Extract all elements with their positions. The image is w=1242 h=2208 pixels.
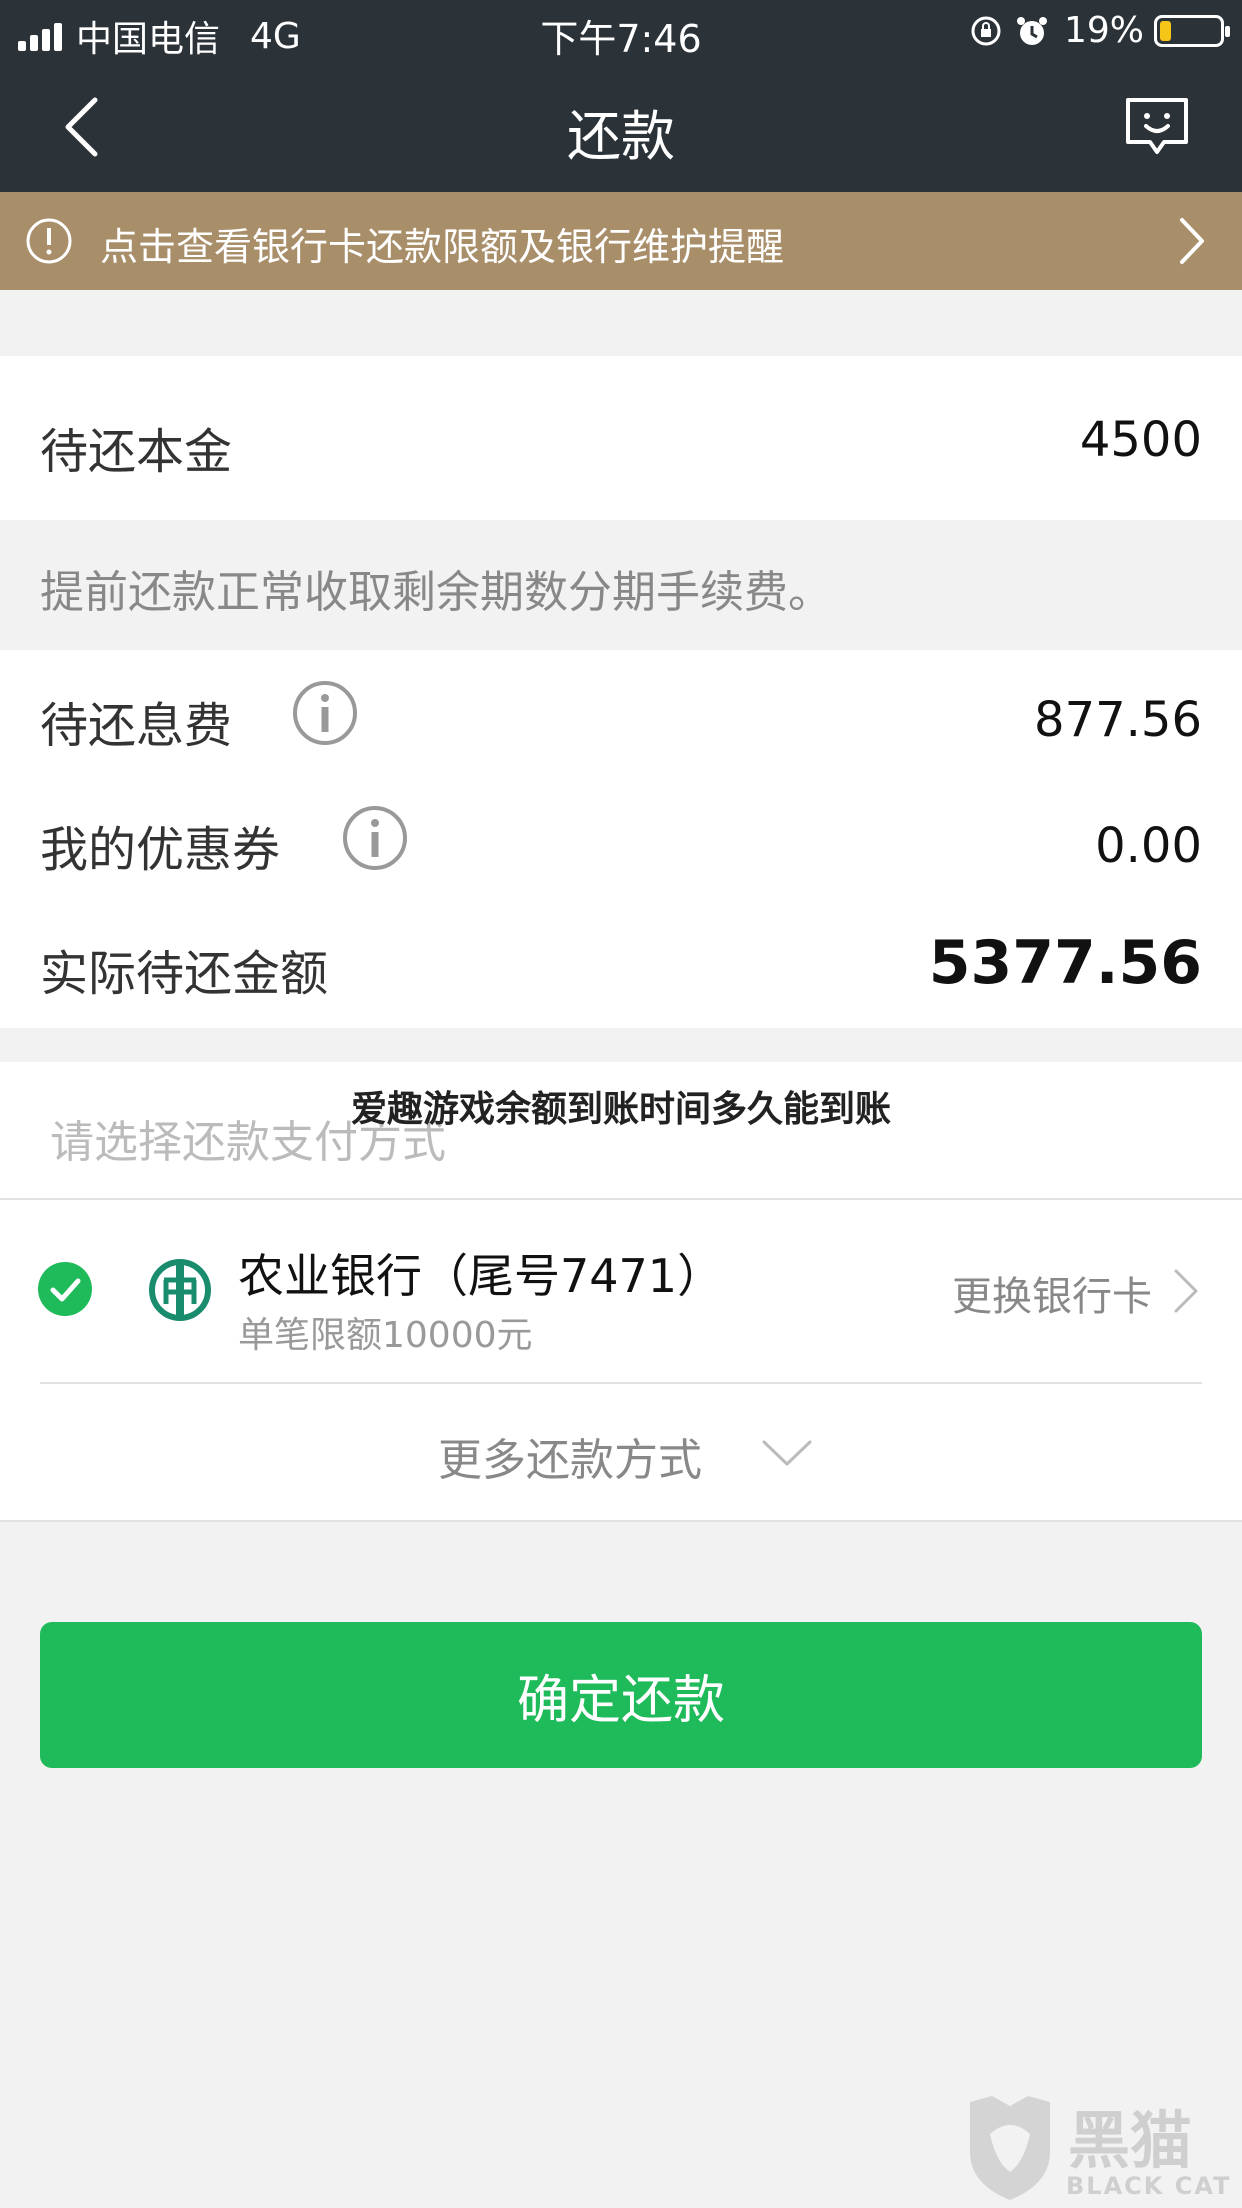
coupon-value: 0.00 bbox=[1095, 818, 1202, 874]
interest-value: 877.56 bbox=[1034, 692, 1202, 748]
bank-name: 农业银行（尾号7471） bbox=[238, 1249, 724, 1303]
total-value: 5377.56 bbox=[928, 928, 1202, 998]
principal-label: 待还本金 bbox=[40, 424, 233, 480]
bank-card-row[interactable]: 农业银行（尾号7471） 单笔限额10000元 更换银行卡 bbox=[0, 1200, 1242, 1382]
rotation-lock-icon bbox=[971, 16, 1001, 45]
nav-bar: 还款 bbox=[0, 62, 1242, 192]
info-icon[interactable] bbox=[342, 805, 408, 871]
principal-card: 待还本金 4500 bbox=[0, 356, 1242, 520]
bank-limit: 单笔限额10000元 bbox=[238, 1315, 533, 1356]
more-methods-label: 更多还款方式 bbox=[438, 1435, 702, 1486]
tip-text: 提前还款正常收取剩余期数分期手续费。 bbox=[40, 567, 832, 618]
chevron-right-icon bbox=[1180, 218, 1204, 264]
amounts-card: 待还息费 877.56 我的优惠券 0.00 实际待还金额 5377.56 bbox=[0, 650, 1242, 1028]
battery-percent: 19% bbox=[1063, 10, 1144, 51]
page-title: 还款 bbox=[567, 105, 675, 168]
battery-icon bbox=[1154, 14, 1230, 47]
confirm-repayment-button[interactable]: 确定还款 bbox=[40, 1622, 1202, 1768]
notice-banner[interactable]: 点击查看银行卡还款限额及银行维护提醒 bbox=[0, 192, 1242, 290]
status-bar: 中国电信 4G 下午7:46 19% bbox=[0, 0, 1242, 62]
chevron-down-icon bbox=[762, 1440, 812, 1466]
watermark-brand-cn: 黑猫 bbox=[1068, 2104, 1193, 2177]
battery-fill bbox=[1160, 20, 1172, 41]
more-methods-row[interactable]: 更多还款方式 bbox=[0, 1384, 1242, 1520]
total-label: 实际待还金额 bbox=[40, 946, 329, 1002]
divider bbox=[0, 1520, 1242, 1522]
exclamation-circle-icon bbox=[26, 218, 72, 264]
cat-shield-icon bbox=[970, 2096, 1050, 2200]
status-right: 19% bbox=[968, 10, 1230, 51]
abc-bank-logo-icon bbox=[149, 1259, 211, 1321]
chevron-right-icon bbox=[1174, 1269, 1198, 1313]
alarm-icon bbox=[1016, 16, 1047, 45]
change-card-link[interactable]: 更换银行卡 bbox=[952, 1264, 1152, 1322]
coupon-label: 我的优惠券 bbox=[40, 822, 281, 878]
overlay-caption: 爱趣游戏余额到账时间多久能到账 bbox=[350, 1089, 891, 1130]
principal-value: 4500 bbox=[1079, 412, 1202, 468]
interest-label: 待还息费 bbox=[40, 698, 233, 754]
check-circle-icon bbox=[38, 1262, 92, 1316]
black-cat-watermark: 黑猫 BLACK CAT bbox=[962, 2090, 1242, 2208]
info-icon[interactable] bbox=[292, 680, 358, 746]
early-repayment-tip: 提前还款正常收取剩余期数分期手续费。 bbox=[0, 520, 1242, 650]
chat-smile-icon[interactable] bbox=[1122, 92, 1192, 162]
watermark-brand-en: BLACK CAT bbox=[1066, 2172, 1232, 2200]
notice-text: 点击查看银行卡还款限额及银行维护提醒 bbox=[100, 225, 785, 269]
